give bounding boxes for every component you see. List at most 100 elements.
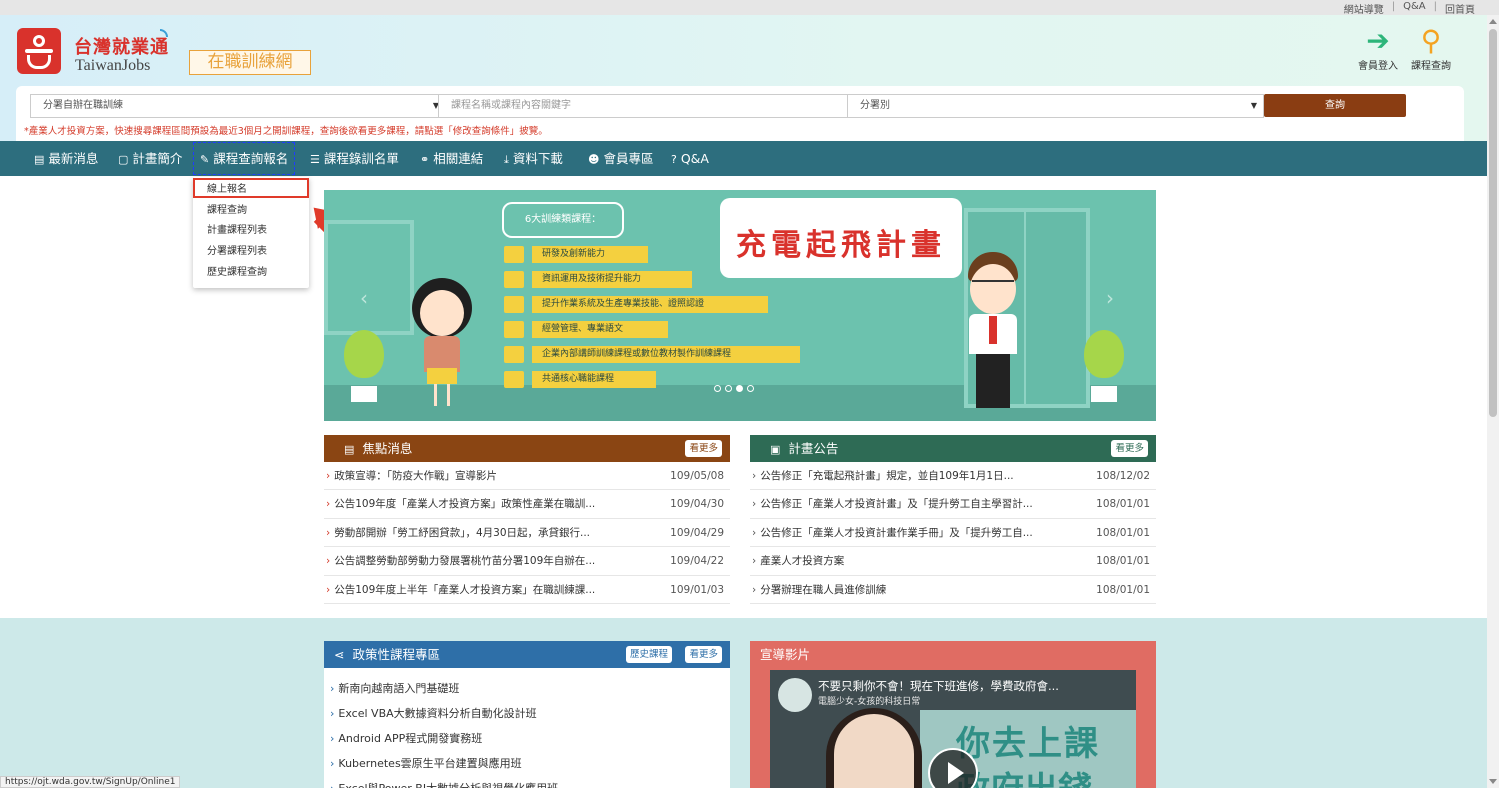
news-title[interactable]: 公告109年度「產業人才投資方案」政策性產業在職訓... <box>334 498 595 510</box>
policy-course-item[interactable]: › Android APP程式開發實務班 <box>324 726 730 751</box>
news-title[interactable]: 政策宣導：「防疫大作戰」宣導影片 <box>334 470 497 482</box>
nav-label: Q&A <box>680 151 709 166</box>
dropdown-branch-courses[interactable]: 分署課程列表 <box>193 242 309 262</box>
panel-title: 宣導影片 <box>760 647 811 662</box>
promo-video-panel: 宣導影片 你去上課 政府出錢 不要只剩你不會！現在下班進修，學費政府會... 電… <box>750 641 1156 788</box>
scroll-up-icon[interactable] <box>1489 19 1497 24</box>
keyword-input[interactable]: 課程名稱或課程內容關鍵字 <box>438 94 855 118</box>
banner-item-text: 資訊運用及技術提升能力 <box>532 271 692 288</box>
news-title[interactable]: 勞動部開辦「勞工紓困貸款」，4月30日起，承貸銀行... <box>334 527 590 539</box>
dropdown-history-search[interactable]: 歷史課程查詢 <box>193 263 309 283</box>
dropdown-plan-courses[interactable]: 計畫課程列表 <box>193 221 309 241</box>
news-row[interactable]: › 公告109年度上半年「產業人才投資方案」在職訓練課... 109/01/03 <box>324 576 730 604</box>
qa-link[interactable]: Q&A <box>1403 1 1426 16</box>
gears-icon <box>504 296 524 313</box>
branch-select[interactable]: 分署別 ▼ <box>847 94 1264 118</box>
brand-name-zh[interactable]: 台灣就業通 <box>74 33 169 59</box>
policy-course-item[interactable]: › Excel VBA大數據資料分析自動化設計班 <box>324 701 730 726</box>
nav-course-signup[interactable]: ✎ 課程查詢報名 <box>193 142 296 175</box>
news-title[interactable]: 分署辦理在職人員進修訓練 <box>760 584 886 596</box>
nav-plan-intro[interactable]: ▢ 計畫簡介 <box>118 141 182 176</box>
news-title[interactable]: 公告調整勞動部勞動力發展署桃竹苗分署109年自辦在... <box>334 555 595 567</box>
course-signup-dropdown: 線上報名 課程查詢 計畫課程列表 分署課程列表 歷史課程查詢 <box>193 177 309 288</box>
news-date: 108/01/01 <box>1096 583 1150 596</box>
news-row[interactable]: › 產業人才投資方案 108/01/01 <box>750 547 1156 576</box>
newspaper-icon: ▤ <box>344 443 355 456</box>
video-channel[interactable]: 電腦少女-女孩的科技日常 <box>818 694 920 707</box>
news-title[interactable]: 公告修正「產業人才投資計畫作業手冊」及「提升勞工自... <box>760 527 1033 539</box>
nav-label: 課程錄訓名單 <box>323 151 399 166</box>
member-login-button[interactable]: ➔ 會員登入 <box>1353 25 1403 73</box>
page-scrollbar[interactable] <box>1487 15 1499 788</box>
video-title[interactable]: 不要只剩你不會！現在下班進修，學費政府會... <box>818 678 1059 694</box>
nav-downloads[interactable]: ⤓ 資料下載 <box>504 141 563 176</box>
carousel-dot[interactable] <box>736 385 743 392</box>
more-button[interactable]: 看更多 <box>1111 440 1148 457</box>
query-button[interactable]: 查詢 <box>1264 94 1406 117</box>
news-title[interactable]: 公告109年度上半年「產業人才投資方案」在職訓練課... <box>334 584 595 596</box>
news-row[interactable]: › 公告109年度「產業人才投資方案」政策性產業在職訓... 109/04/30 <box>324 490 730 519</box>
nav-label: 計畫簡介 <box>132 151 183 166</box>
video-overlay-text: 你去上課 <box>956 724 1100 764</box>
dept-select[interactable]: 分署自辦在職訓練 ▼ <box>30 94 446 118</box>
brand-name-en[interactable]: TaiwanJobs <box>75 57 150 75</box>
site-subtitle[interactable]: 在職訓練網 <box>189 50 311 75</box>
nav-qa[interactable]: ? Q&A <box>671 141 709 176</box>
nav-member-area[interactable]: ☻ 會員專區 <box>588 141 653 176</box>
scrollbar-thumb[interactable] <box>1489 29 1497 417</box>
home-link[interactable]: 回首頁 <box>1445 1 1475 16</box>
carousel-dot[interactable] <box>725 385 732 392</box>
panel-header: ▤ 焦點消息 看更多 <box>324 435 730 462</box>
news-row[interactable]: › 分署辦理在職人員進修訓練 108/01/01 <box>750 576 1156 604</box>
hero-banner[interactable]: ‹ › 6大訓練類課程： 研發及創新能力 資訊運用及技術提升能力 提升作業系統及… <box>324 190 1156 421</box>
chevron-right-icon: › <box>330 732 335 745</box>
chevron-right-icon: › <box>752 583 757 596</box>
calendar-icon: ▣ <box>770 443 781 456</box>
news-title[interactable]: 公告修正「產業人才投資計畫」及「提升勞工自主學習計... <box>760 498 1033 510</box>
news-title[interactable]: 產業人才投資方案 <box>760 555 844 567</box>
banner-next-icon[interactable]: › <box>1106 286 1114 310</box>
course-search-button[interactable]: ⚲ 課程查詢 <box>1406 25 1456 73</box>
site-header: 台灣就業通 TaiwanJobs 在職訓練網 ➔ 會員登入 ⚲ 課程查詢 分署自… <box>0 15 1487 141</box>
pot-illustration <box>351 386 377 402</box>
news-row[interactable]: › 政策宣導：「防疫大作戰」宣導影片 109/05/08 <box>324 462 730 491</box>
sitemap-link[interactable]: 網站導覽 <box>1344 1 1384 16</box>
course-search-label: 課程查詢 <box>1411 61 1451 72</box>
chevron-right-icon: › <box>752 470 757 482</box>
banner-prev-icon[interactable]: ‹ <box>360 286 368 310</box>
news-date: 109/04/30 <box>670 498 724 511</box>
download-icon: ⤓ <box>504 153 509 166</box>
bulb-icon <box>504 246 524 263</box>
nav-label: 相關連結 <box>433 151 484 166</box>
channel-avatar[interactable] <box>778 678 812 712</box>
carousel-dot[interactable] <box>714 385 721 392</box>
chevron-right-icon: › <box>326 470 331 482</box>
banner-item-text: 提升作業系統及生產專業技能、證照認證 <box>532 296 768 313</box>
news-row[interactable]: › 勞動部開辦「勞工紓困貸款」，4月30日起，承貸銀行... 109/04/29 <box>324 519 730 548</box>
utility-links: 網站導覽 | Q&A | 回首頁 <box>1344 1 1475 16</box>
news-row[interactable]: › 公告修正「充電起飛計畫」規定，並自109年1月1日... 108/12/02 <box>750 462 1156 491</box>
policy-course-label: Kubernetes雲原生平台建置與應用班 <box>338 757 522 770</box>
more-button[interactable]: 看更多 <box>685 646 722 663</box>
nav-related-links[interactable]: ⚭ 相關連結 <box>420 141 483 176</box>
history-courses-button[interactable]: 歷史課程 <box>625 646 672 663</box>
news-row[interactable]: › 公告修正「產業人才投資計畫作業手冊」及「提升勞工自... 108/01/01 <box>750 519 1156 548</box>
news-title[interactable]: 公告修正「充電起飛計畫」規定，並自109年1月1日... <box>760 470 1013 482</box>
policy-course-item[interactable]: › 新南向越南語入門基礎班 <box>324 676 730 701</box>
policy-course-item[interactable]: › Excel與Power BI大數據分析與視覺化應用班 <box>324 776 730 788</box>
nav-admission-list[interactable]: ☰ 課程錄訓名單 <box>310 141 399 176</box>
news-date: 108/01/01 <box>1096 555 1150 568</box>
more-button[interactable]: 看更多 <box>685 440 722 457</box>
dropdown-online-signup[interactable]: 線上報名 <box>193 178 309 198</box>
news-row[interactable]: › 公告調整勞動部勞動力發展署桃竹苗分署109年自辦在... 109/04/22 <box>324 547 730 576</box>
carousel-dot[interactable] <box>747 385 754 392</box>
policy-course-item[interactable]: › Kubernetes雲原生平台建置與應用班 <box>324 751 730 776</box>
scroll-down-icon[interactable] <box>1489 779 1497 784</box>
wave-icon <box>160 29 168 37</box>
dropdown-course-search[interactable]: 課程查詢 <box>193 201 309 221</box>
news-row[interactable]: › 公告修正「產業人才投資計畫」及「提升勞工自主學習計... 108/01/01 <box>750 490 1156 519</box>
girl-face <box>420 290 464 336</box>
taiwanjobs-logo-icon[interactable] <box>17 28 61 74</box>
video-player[interactable]: 你去上課 政府出錢 不要只剩你不會！現在下班進修，學費政府會... 電腦少女-女… <box>770 670 1136 788</box>
nav-latest-news[interactable]: ▤ 最新消息 <box>34 141 98 176</box>
